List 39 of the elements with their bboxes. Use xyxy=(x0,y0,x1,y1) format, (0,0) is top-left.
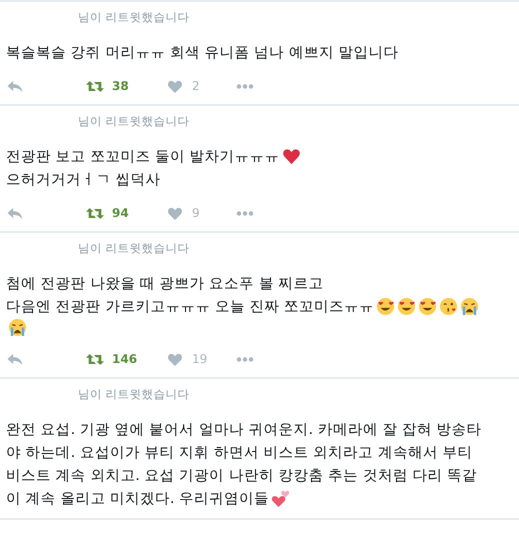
kissing-emoji-icon xyxy=(439,297,458,316)
more-icon[interactable] xyxy=(236,356,254,362)
heart-emoji-icon xyxy=(282,147,301,166)
like-button[interactable]: 9 xyxy=(166,206,236,220)
tweet-text: 완전 요섭. 기광 옆에 붙어서 얼마나 귀여운지. 카메라에 잘 잡혀 방송타 xyxy=(6,420,482,440)
heart-eyes-emoji-icon xyxy=(376,297,396,316)
reply-icon[interactable] xyxy=(6,80,24,92)
retweet-label: 님이 리트윗했습니다 xyxy=(78,386,191,402)
crying-emoji-icon xyxy=(460,297,480,316)
reply-icon[interactable] xyxy=(6,352,24,366)
tweet-text: 다음엔 전광판 가르키고ㅠㅠㅠ 오늘 진짜 쪼꼬미즈ㅠㅠ xyxy=(6,297,374,317)
tweet-text: 전광판 보고 쪼꼬미즈 둘이 발차기ㅠㅠㅠ xyxy=(6,147,280,167)
heart-eyes-emoji-icon xyxy=(397,297,416,316)
retweet-label: 님이 리트윗했습니다 xyxy=(78,240,191,256)
retweet-label: 님이 리트윗했습니다 xyxy=(78,113,191,129)
retweet-button[interactable]: 38 xyxy=(86,79,166,93)
crying-emoji-icon xyxy=(8,318,27,337)
tweet-text: 으허거거거ㅓㄱ 씹덕사 xyxy=(6,170,161,190)
more-icon[interactable] xyxy=(236,82,254,90)
retweet-button[interactable]: 94 xyxy=(86,206,166,220)
tweet-text: 이 계속 올리고 미치겠다. 우리귀염이들 xyxy=(6,489,270,509)
retweet-button[interactable]: 146 xyxy=(86,352,166,366)
retweet-icon xyxy=(86,80,104,92)
reply-icon[interactable] xyxy=(6,206,24,220)
heart-eyes-emoji-icon xyxy=(418,297,438,316)
like-button[interactable]: 2 xyxy=(166,79,236,93)
two-hearts-emoji-icon xyxy=(271,489,290,508)
heart-icon xyxy=(166,80,184,92)
heart-icon xyxy=(166,352,184,366)
tweet-text: 야 하는데. 요섭이가 뷰티 지휘 하면서 비스트 외치라고 계속해서 부티 xyxy=(6,443,472,463)
heart-icon xyxy=(166,206,184,220)
retweet-label: 님이 리트윗했습니다 xyxy=(78,9,191,25)
retweet-icon xyxy=(86,352,104,366)
tweet-text: 복슬복슬 강쥐 머리ㅠㅠ 회색 유니폼 넘나 예쁘지 말입니다 xyxy=(6,43,398,63)
tweet-text: 첨에 전광판 나왔을 때 광쁘가 요소푸 볼 찌르고 xyxy=(6,274,324,294)
more-icon[interactable] xyxy=(236,210,254,216)
retweet-icon xyxy=(86,206,104,220)
like-button[interactable]: 19 xyxy=(166,352,236,366)
tweet-text: 비스트 계속 외치고. 요섭 기광이 나란히 캉캉춤 추는 것처럼 다리 똑같 xyxy=(6,466,478,486)
